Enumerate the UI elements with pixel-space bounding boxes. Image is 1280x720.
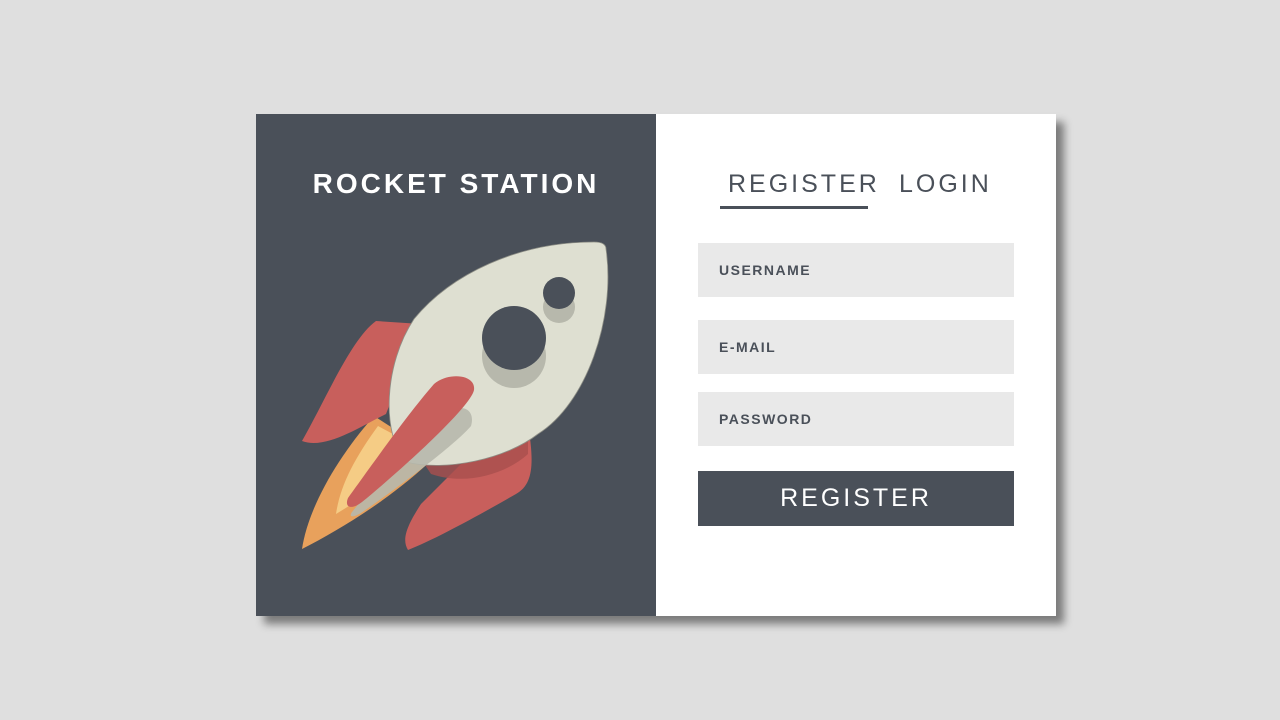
password-field[interactable]	[698, 392, 1014, 446]
window-small	[543, 277, 575, 309]
form-panel: REGISTER LOGIN REGISTER	[656, 114, 1056, 616]
brand-panel: ROCKET STATION	[256, 114, 656, 616]
active-tab-indicator	[720, 206, 868, 209]
auth-card: ROCKET STATION REGISTER LOGIN USERNAME E…	[256, 114, 1056, 616]
tab-login[interactable]: LOGIN	[899, 170, 992, 199]
register-button[interactable]: REGISTER	[698, 471, 1014, 526]
window-large	[482, 306, 546, 370]
email-field[interactable]	[698, 320, 1014, 374]
username-field[interactable]	[698, 243, 1014, 297]
rocket-icon	[302, 241, 609, 550]
tab-register[interactable]: REGISTER	[728, 170, 880, 199]
